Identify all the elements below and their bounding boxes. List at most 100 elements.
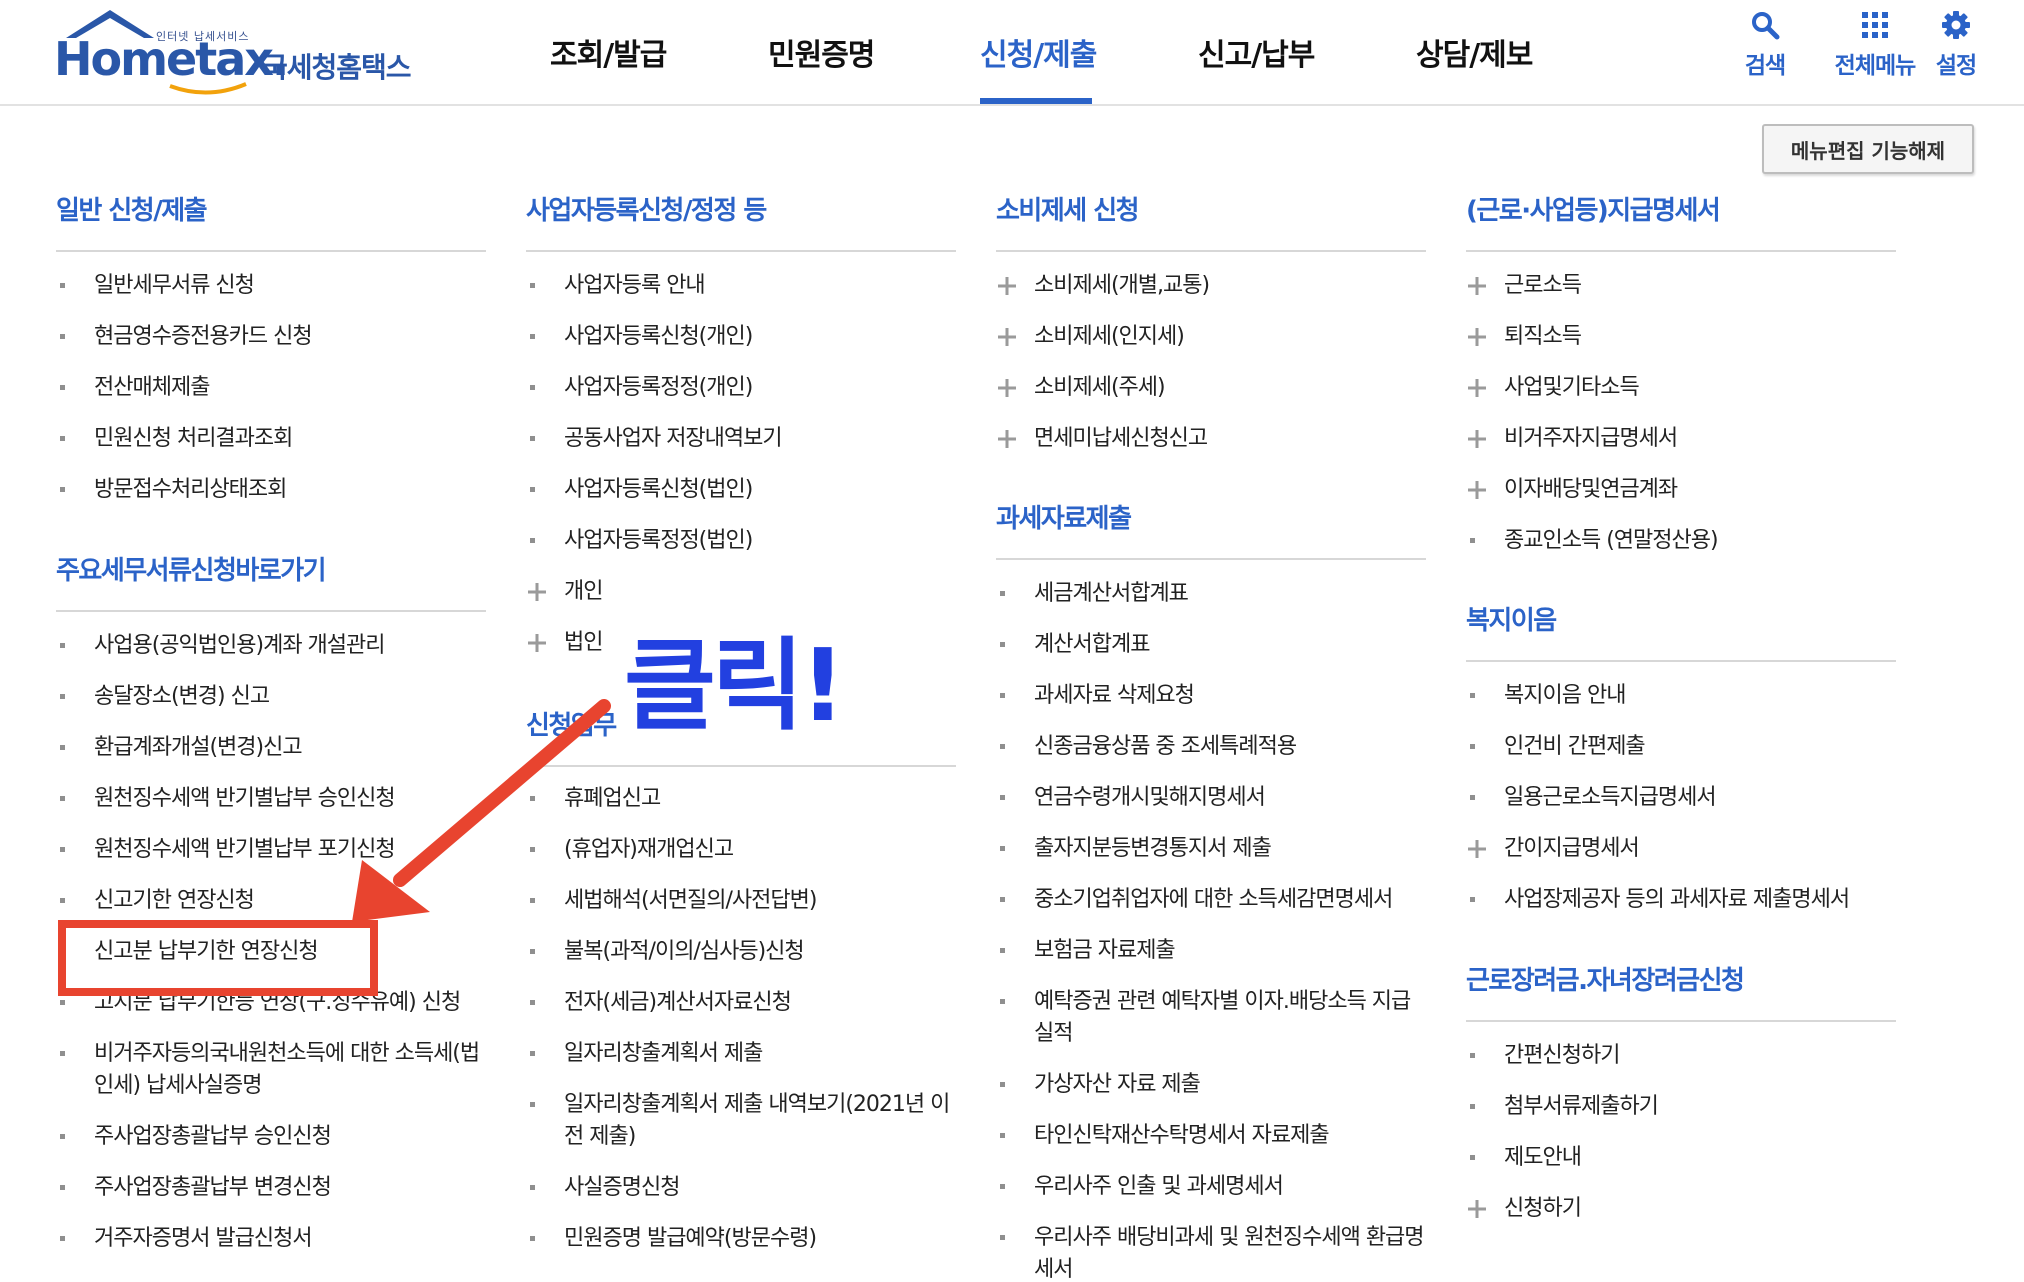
section-divider	[56, 250, 486, 252]
menu-item-invoice-summary[interactable]: 계산서합계표	[1000, 629, 1150, 661]
menu-item-individual-expand[interactable]: 개인	[528, 576, 603, 608]
nav-item-consult-report[interactable]: 상담/제보	[1416, 30, 1533, 74]
menu-item-semiannual-waive[interactable]: 원천징수세액 반기별납부 포기신청	[60, 834, 396, 866]
menu-item-consolidated-change[interactable]: 주사업장총괄납부 변경신청	[60, 1172, 332, 1204]
menu-item-workplace-provider[interactable]: 사업장제공자 등의 과세자료 제출명세서	[1470, 884, 1850, 916]
settings-button[interactable]: 설정	[1912, 10, 2000, 80]
menu-item-apply-now[interactable]: 신청하기	[1468, 1193, 1582, 1225]
menu-item-stamp-tax[interactable]: 소비제세(인지세)	[998, 321, 1185, 353]
bullet-marker	[530, 1051, 535, 1056]
menu-item-daily-worker-statement[interactable]: 일용근로소득지급명세서	[1470, 782, 1717, 814]
menu-item-label: 사업자등록 안내	[564, 273, 706, 298]
hometax-logo[interactable]: 인터넷 납세서비스 Hometax. 국세청홈택스	[52, 6, 432, 96]
menu-item-system-guide[interactable]: 제도안내	[1470, 1142, 1582, 1174]
section-title-general-apply[interactable]: 일반 신청/제출	[56, 190, 208, 227]
menu-item-label: 환급계좌개설(변경)신고	[94, 735, 303, 760]
menu-item-cash-receipt-card[interactable]: 현금영수증전용카드 신청	[60, 321, 313, 353]
menu-item-registration-guide[interactable]: 사업자등록 안내	[530, 270, 706, 302]
menu-item-interest-dividend-pension[interactable]: 이자배당및연금계좌	[1468, 474, 1678, 506]
menu-item-refund-account[interactable]: 환급계좌개설(변경)신고	[60, 732, 303, 764]
bullet-marker	[1000, 1184, 1005, 1189]
section-title-tax-data-submission[interactable]: 과세자료제출	[996, 498, 1132, 535]
menu-item-attachment-submit[interactable]: 첨부서류제출하기	[1470, 1091, 1659, 1123]
menu-item-label: 간이지급명세서	[1504, 836, 1640, 861]
section-title-application-tasks[interactable]: 신청업무	[526, 705, 617, 742]
menu-item-registration-corporate[interactable]: 사업자등록신청(법인)	[530, 474, 753, 506]
nav-item-inquiry[interactable]: 조회/발급	[550, 30, 667, 74]
menu-item-joint-business[interactable]: 공동사업자 저장내역보기	[530, 423, 783, 455]
section-divider	[56, 610, 486, 612]
nav-item-report-pay[interactable]: 신고/납부	[1198, 30, 1315, 74]
menu-item-welfare-guide[interactable]: 복지이음 안내	[1470, 680, 1626, 712]
menu-item-insurance-data[interactable]: 보험금 자료제출	[1000, 935, 1176, 967]
menu-item-visit-status[interactable]: 방문접수처리상태조회	[60, 474, 287, 506]
menu-item-simplified-statement[interactable]: 간이지급명세서	[1468, 833, 1640, 865]
menu-item-trust-property[interactable]: 타인신탁재산수탁명세서 자료제출	[1000, 1120, 1330, 1152]
menu-item-e-invoice-data[interactable]: 전자(세금)계산서자료신청	[530, 987, 792, 1019]
menu-item-new-financial-product[interactable]: 신종금융상품 중 조세특례적용	[1000, 731, 1297, 763]
menu-item-tax-interpretation[interactable]: 세법해석(서면질의/사전답변)	[530, 885, 817, 917]
menu-item-tax-invoice-summary[interactable]: 세금계산서합계표	[1000, 578, 1189, 610]
menu-item-label: 세금계산서합계표	[1034, 581, 1189, 606]
search-button[interactable]: 검색	[1720, 10, 1810, 80]
menu-item-general-tax-docs[interactable]: 일반세무서류 신청	[60, 270, 255, 302]
menu-item-objection[interactable]: 불복(과적/이의/심사등)신청	[530, 936, 805, 968]
menu-item-esop-dividend-refund[interactable]: 우리사주 배당비과세 및 원천징수세액 환급명세서	[1000, 1222, 1426, 1282]
menu-item-job-plan-history[interactable]: 일자리창출계획서 제출 내역보기(2021년 이전 제출)	[530, 1089, 956, 1153]
menu-item-closure-report[interactable]: 휴폐업신고	[530, 783, 661, 815]
section-title-welfare-link[interactable]: 복지이음	[1466, 600, 1557, 637]
menu-item-nonresident-statement[interactable]: 비거주자지급명세서	[1468, 423, 1678, 455]
menu-item-virtual-asset[interactable]: 가상자산 자료 제출	[1000, 1069, 1201, 1101]
menu-item-electronic-media[interactable]: 전산매체제출	[60, 372, 210, 404]
menu-item-label: 사업자등록정정(법인)	[564, 528, 753, 553]
menu-item-sme-employee-reduction[interactable]: 중소기업취업자에 대한 소득세감면명세서	[1000, 884, 1393, 916]
nav-item-certificates[interactable]: 민원증명	[768, 30, 875, 74]
menu-item-label: 사업장제공자 등의 과세자료 제출명세서	[1504, 887, 1850, 912]
menu-item-labor-cost-simple[interactable]: 인건비 간편제출	[1470, 731, 1646, 763]
menu-edit-disable-button[interactable]: 메뉴편집 기능해제	[1762, 124, 1974, 174]
menu-item-esop-withdrawal[interactable]: 우리사주 인출 및 과세명세서	[1000, 1171, 1284, 1203]
menu-item-semiannual-approve[interactable]: 원천징수세액 반기별납부 승인신청	[60, 783, 396, 815]
section-title-major-docs[interactable]: 주요세무서류신청바로가기	[56, 550, 327, 587]
menu-item-correction-corporate[interactable]: 사업자등록정정(법인)	[530, 525, 753, 557]
section-title-consumption-tax[interactable]: 소비제세 신청	[996, 190, 1140, 227]
menu-item-fact-certificate[interactable]: 사실증명신청	[530, 1172, 680, 1204]
menu-item-business-other-income[interactable]: 사업및기타소득	[1468, 372, 1640, 404]
menu-item-religious-income[interactable]: 종교인소득 (연말정산용)	[1470, 525, 1719, 557]
menu-item-job-plan[interactable]: 일자리창출계획서 제출	[530, 1038, 763, 1070]
menu-item-civil-result[interactable]: 민원신청 처리결과조회	[60, 423, 293, 455]
menu-item-individual-consumption[interactable]: 소비제세(개별,교통)	[998, 270, 1210, 302]
menu-item-label: 세법해석(서면질의/사전답변)	[564, 888, 817, 913]
menu-item-consolidated-approve[interactable]: 주사업장총괄납부 승인신청	[60, 1121, 332, 1153]
menu-item-registration-individual[interactable]: 사업자등록신청(개인)	[530, 321, 753, 353]
section-title-payment-statements[interactable]: (근로·사업등)지급명세서	[1466, 190, 1721, 227]
menu-item-nonresident-tax-proof[interactable]: 비거주자등의국내원천소득에 대한 소득세(법인세) 납세사실증명	[60, 1038, 486, 1102]
menu-item-label: 불복(과적/이의/심사등)신청	[564, 939, 805, 964]
nav-item-apply-submit[interactable]: 신청/제출	[980, 30, 1097, 74]
menu-item-retirement-income[interactable]: 퇴직소득	[1468, 321, 1582, 353]
menu-item-pension-statement[interactable]: 연금수령개시및해지명세서	[1000, 782, 1266, 814]
menu-item-correction-individual[interactable]: 사업자등록정정(개인)	[530, 372, 753, 404]
menu-item-earned-income[interactable]: 근로소득	[1468, 270, 1582, 302]
section-title-incentive-application[interactable]: 근로장려금.자녀장려금신청	[1466, 960, 1745, 997]
menu-item-label: 신고기한 연장신청	[94, 888, 255, 913]
menu-item-simple-application[interactable]: 간편신청하기	[1470, 1040, 1620, 1072]
menu-item-deposit-securities[interactable]: 예탁증권 관련 예탁자별 이자.배당소득 지급실적	[1000, 986, 1426, 1050]
menu-item-residency-certificate[interactable]: 거주자증명서 발급신청서	[60, 1223, 313, 1255]
bullet-marker	[1000, 1082, 1005, 1087]
menu-item-tax-exempt-report[interactable]: 면세미납세신청신고	[998, 423, 1208, 455]
menu-item-corporate-expand[interactable]: 법인	[528, 627, 603, 659]
menu-item-filing-extension[interactable]: 신고기한 연장신청	[60, 885, 255, 917]
menu-item-delivery-place[interactable]: 송달장소(변경) 신고	[60, 681, 270, 713]
bullet-marker	[530, 949, 535, 954]
menu-item-cert-reservation[interactable]: 민원증명 발급예약(방문수령)	[530, 1223, 817, 1255]
menu-item-label: 우리사주 배당비과세 및 원천징수세액 환급명세서	[1034, 1225, 1425, 1282]
section-title-business-registration[interactable]: 사업자등록신청/정정 등	[526, 190, 767, 227]
bullet-marker	[530, 1185, 535, 1190]
menu-item-liquor-tax[interactable]: 소비제세(주세)	[998, 372, 1166, 404]
section-divider	[1466, 1020, 1896, 1022]
menu-item-reopening-report[interactable]: (휴업자)재개업신고	[530, 834, 734, 866]
menu-item-data-deletion[interactable]: 과세자료 삭제요청	[1000, 680, 1195, 712]
menu-item-business-account[interactable]: 사업용(공익법인용)계좌 개설관리	[60, 630, 386, 662]
menu-item-equity-change-notice[interactable]: 출자지분등변경통지서 제출	[1000, 833, 1272, 865]
